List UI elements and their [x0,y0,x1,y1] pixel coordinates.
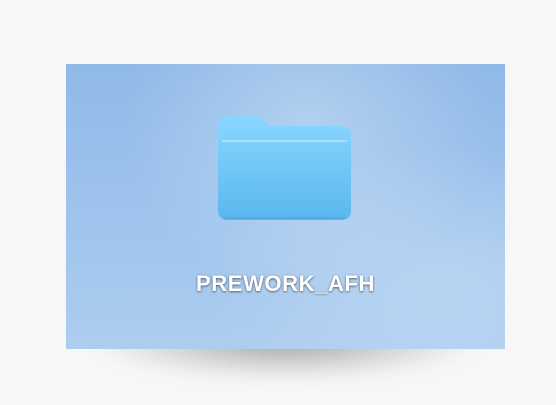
folder-icon [218,116,351,220]
screenshot-frame: PREWORK_AFH [0,0,556,405]
desktop-folder-item[interactable]: PREWORK_AFH [66,64,505,349]
folder-label: PREWORK_AFH [196,271,375,296]
desktop-area: PREWORK_AFH [66,64,505,349]
